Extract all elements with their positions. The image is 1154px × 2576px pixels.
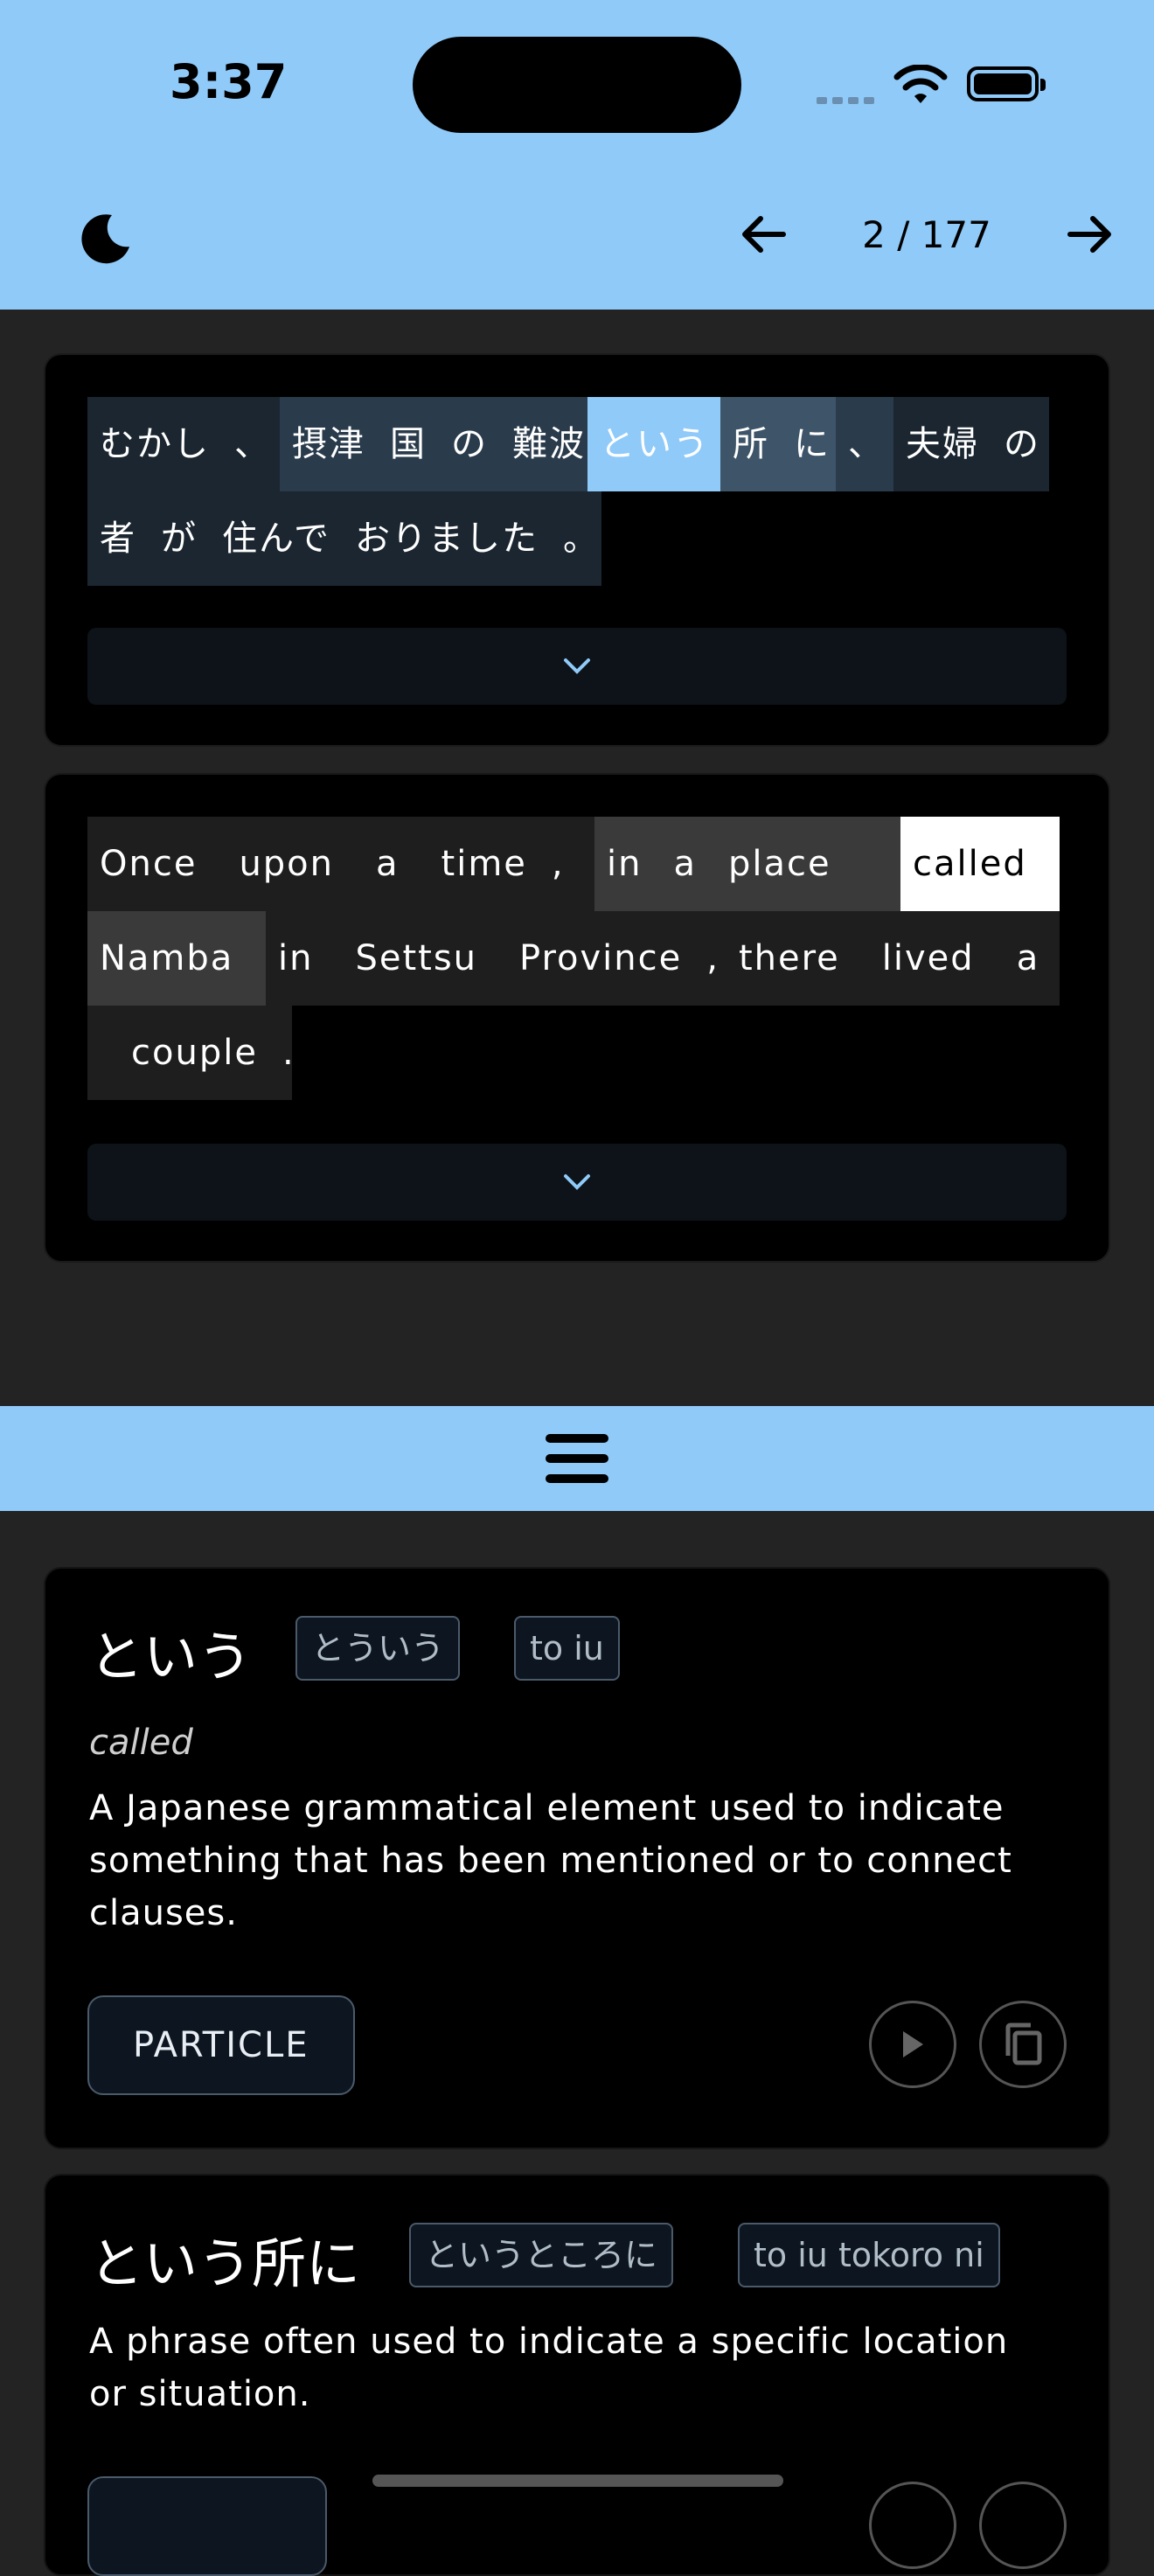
copy-icon <box>1005 2023 1042 2065</box>
part-of-speech-button[interactable] <box>87 2476 327 2576</box>
chevron-down-icon <box>564 658 590 674</box>
token[interactable]: 、 <box>836 397 893 491</box>
arrow-left-icon[interactable] <box>738 208 790 261</box>
home-indicator <box>372 2475 783 2487</box>
part-of-speech-button[interactable]: PARTICLE <box>87 1995 355 2095</box>
token[interactable]: Namba <box>87 911 266 1006</box>
definition-term: という <box>89 1625 253 1688</box>
play-icon <box>903 2031 923 2057</box>
wifi-icon <box>893 65 948 103</box>
reading-badge: というところに <box>409 2223 674 2287</box>
english-sentence: Once upon a time, in a place called Namba in S… <box>87 817 1067 1105</box>
definition-card: という とういう to iu called A Japanese grammat… <box>44 1567 1110 2149</box>
battery-icon <box>967 66 1046 101</box>
play-audio-button[interactable] <box>869 2001 956 2088</box>
token[interactable]: 摂津国の難波 <box>280 397 587 491</box>
expand-button[interactable] <box>87 628 1067 705</box>
status-time: 3:37 <box>170 54 288 109</box>
japanese-sentence: むかし、 摂津国の難波 という 所に 、 夫婦の 者が住んで おりました。 <box>87 397 1067 589</box>
token-selected[interactable]: called <box>900 817 1060 911</box>
definition-card: という所に というところに to iu tokoro ni A phrase o… <box>44 2174 1110 2576</box>
top-bar: 3:37 2 / 177 <box>0 0 1154 310</box>
token[interactable]: むかし、 <box>87 397 280 491</box>
arrow-right-icon[interactable] <box>1063 208 1116 261</box>
token-selected[interactable]: という <box>587 397 720 491</box>
chevron-down-icon <box>564 1174 590 1190</box>
definition-meaning: called <box>89 1723 193 1763</box>
token[interactable]: 夫婦の <box>893 397 1049 491</box>
dynamic-island <box>413 37 741 133</box>
token[interactable]: in a place <box>594 817 900 911</box>
copy-button[interactable] <box>979 2001 1067 2088</box>
definition-term: という所に <box>89 2231 361 2295</box>
panel-drag-handle[interactable] <box>0 1406 1154 1511</box>
token[interactable]: couple. <box>87 1006 294 1100</box>
play-audio-button[interactable] <box>869 2482 956 2569</box>
expand-button[interactable] <box>87 1144 1067 1221</box>
english-sentence-card: Once upon a time, in a place called Namba in S… <box>44 773 1110 1263</box>
definition-description: A phrase often used to indicate a specif… <box>89 2322 1009 2414</box>
copy-button[interactable] <box>979 2482 1067 2569</box>
token[interactable]: in Settsu Province, there lived a <box>266 911 1060 1006</box>
token[interactable]: Once upon a time, <box>87 817 594 911</box>
page-indicator: 2 / 177 <box>862 213 991 256</box>
hamburger-icon[interactable] <box>546 1434 608 1486</box>
japanese-sentence-card: むかし、 摂津国の難波 という 所に 、 夫婦の 者が住んで おりました。 <box>44 353 1110 747</box>
romaji-badge: to iu <box>514 1616 620 1681</box>
romaji-badge: to iu tokoro ni <box>738 2223 1000 2287</box>
definition-description: A Japanese grammatical element used to i… <box>89 1788 1012 1933</box>
signal-icon <box>817 91 879 108</box>
token[interactable]: 者が住んで おりました。 <box>87 491 601 586</box>
reading-badge: とういう <box>295 1616 461 1681</box>
moon-icon[interactable] <box>77 210 133 266</box>
token[interactable]: 所に <box>720 397 836 491</box>
